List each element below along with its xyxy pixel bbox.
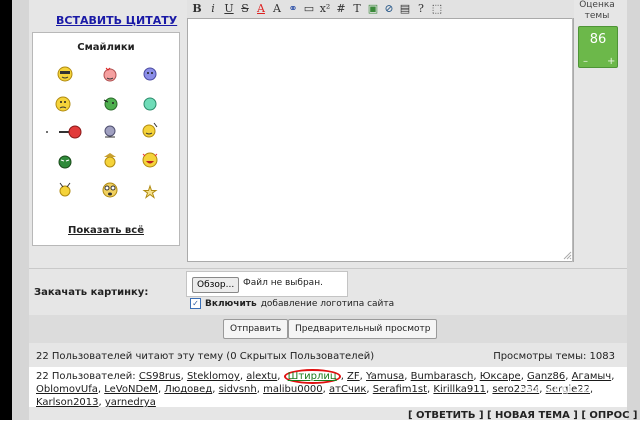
- flash-icon[interactable]: ⊘: [382, 2, 396, 16]
- readers-count: 22 Пользователей читают эту тему (0 Скры…: [36, 351, 375, 362]
- smiley-rocket-icon[interactable]: [101, 123, 119, 141]
- user-link[interactable]: Bumbarasch: [411, 371, 474, 382]
- bottom-action-links[interactable]: [ ОТВЕТИТЬ ] [ НОВАЯ ТЕМА ] [ ОПРОС ]: [408, 410, 637, 421]
- user-link[interactable]: Karlson2013: [36, 397, 99, 408]
- user-link[interactable]: атСчик: [329, 384, 366, 395]
- strikethrough-button[interactable]: S: [238, 2, 252, 16]
- smiley-blue-icon[interactable]: [141, 65, 159, 83]
- smiley-cheer-icon[interactable]: [56, 181, 74, 199]
- logo-checkbox[interactable]: ✓: [190, 298, 201, 309]
- user-link[interactable]: LeVoNDeM: [104, 384, 158, 395]
- font-size-button[interactable]: A: [270, 2, 284, 16]
- site-watermark: YAPLAKAL.COM: [522, 386, 601, 396]
- user-link[interactable]: malibu0000: [263, 384, 323, 395]
- user-link[interactable]: OblomovUfa: [36, 384, 98, 395]
- italic-button[interactable]: i: [206, 2, 220, 16]
- smiley-star-icon[interactable]: [141, 183, 159, 201]
- user-link[interactable]: Yamusa: [366, 371, 404, 382]
- readers-info-row: 22 Пользователей читают эту тему (0 Скры…: [29, 345, 627, 367]
- user-link[interactable]: alextu: [246, 371, 277, 382]
- smiley-mint-icon[interactable]: [141, 95, 159, 113]
- upload-image-label: Закачать картинку:: [34, 287, 149, 298]
- editor-toolbar: B i U S A A ⚭ ▭ x² # T ▣ ⊘ ▤ ? ⬚: [187, 0, 574, 18]
- logo-checkbox-label-bold: Включить: [205, 298, 257, 309]
- user-link[interactable]: Агамыч: [572, 371, 612, 382]
- no-file-text: Файл не выбран.: [243, 278, 323, 288]
- superscript-icon[interactable]: x²: [318, 2, 332, 16]
- user-link-highlighted[interactable]: Штирлиц: [283, 369, 341, 384]
- underline-button[interactable]: U: [222, 2, 236, 16]
- divider: [29, 268, 627, 269]
- users-prefix: 22 Пользователей:: [36, 371, 136, 382]
- hide-icon[interactable]: ▭: [302, 2, 316, 16]
- topic-views: Просмотры темы: 1083: [493, 351, 615, 362]
- user-link[interactable]: Steklomoy: [187, 371, 240, 382]
- left-black-bar: [0, 0, 12, 420]
- help-icon[interactable]: ?: [414, 2, 428, 16]
- smiley-scared-icon[interactable]: [101, 181, 119, 199]
- action-bar: Отправить Предварительный просмотр: [29, 315, 627, 343]
- logo-checkbox-label: добавление логотипа сайта: [260, 298, 395, 309]
- topic-rating-value: 86: [589, 32, 607, 47]
- left-gutter: [12, 0, 29, 420]
- rating-minus-button[interactable]: –: [583, 56, 588, 67]
- smiley-sad-icon[interactable]: [54, 95, 72, 113]
- user-link[interactable]: Ganz86: [527, 371, 565, 382]
- file-input: Обзор... Файл не выбран.: [186, 271, 348, 297]
- preview-button[interactable]: Предварительный просмотр: [288, 319, 438, 339]
- insert-quote-link[interactable]: ВСТАВИТЬ ЦИТАТУ: [56, 14, 177, 27]
- rating-plus-button[interactable]: +: [607, 56, 615, 67]
- smiley-hat-icon[interactable]: [101, 151, 119, 169]
- browse-button[interactable]: Обзор...: [192, 277, 240, 293]
- bold-button[interactable]: B: [190, 2, 204, 16]
- smiley-panel-title: Смайлики: [77, 42, 135, 53]
- logo-option: ✓ Включить добавление логотипа сайта: [190, 298, 394, 309]
- user-link[interactable]: CS98rus: [139, 371, 181, 382]
- user-link[interactable]: yarnedrya: [105, 397, 156, 408]
- smiley-shooter-icon[interactable]: [45, 123, 83, 141]
- right-gutter: [627, 0, 640, 420]
- smiley-love-icon[interactable]: [101, 65, 119, 83]
- font-color-button[interactable]: A: [254, 2, 268, 16]
- smiley-laugh-icon[interactable]: [141, 151, 159, 169]
- user-link[interactable]: Людовед: [164, 384, 212, 395]
- user-link[interactable]: sidvsnh: [219, 384, 257, 395]
- fullscreen-icon[interactable]: ⬚: [430, 2, 444, 16]
- editor-scrollbar[interactable]: [572, 18, 573, 262]
- video-icon[interactable]: ▤: [398, 2, 412, 16]
- send-button[interactable]: Отправить: [223, 319, 289, 339]
- smiley-cool-icon[interactable]: [56, 65, 74, 83]
- topic-rating-label: Оценка темы: [579, 0, 615, 21]
- message-textarea[interactable]: [187, 18, 574, 262]
- user-link[interactable]: Юкcape: [480, 371, 521, 382]
- text-icon[interactable]: T: [350, 2, 364, 16]
- link-icon[interactable]: ⚭: [286, 2, 300, 16]
- user-link[interactable]: Kirillka911: [433, 384, 486, 395]
- image-icon[interactable]: ▣: [366, 2, 380, 16]
- user-link[interactable]: ZF: [347, 371, 360, 382]
- user-link[interactable]: Serafim1st: [373, 384, 427, 395]
- show-all-smileys-link[interactable]: Показать всё: [33, 225, 179, 236]
- smiley-green-angry-icon[interactable]: [56, 153, 74, 171]
- smiley-green-wink-icon[interactable]: [101, 95, 119, 113]
- smiley-wave-icon[interactable]: [141, 121, 159, 139]
- resize-handle-icon[interactable]: [562, 250, 572, 260]
- hash-icon[interactable]: #: [334, 2, 348, 16]
- topic-rating-box: 86 – +: [578, 26, 618, 68]
- smiley-panel: Смайлики Показать всё: [32, 32, 180, 246]
